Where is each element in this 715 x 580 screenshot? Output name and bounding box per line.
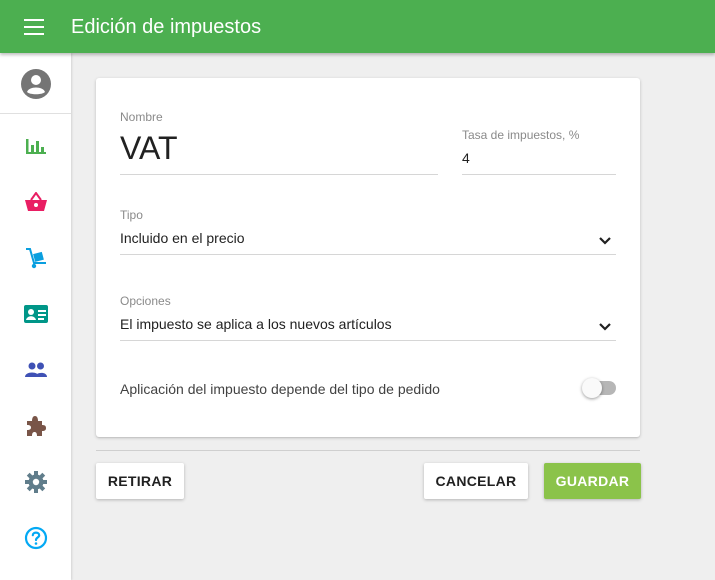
sidebar-item-inventory[interactable] (0, 235, 71, 281)
type-label: Tipo (120, 208, 143, 222)
save-button[interactable]: GUARDAR (544, 463, 641, 499)
bar-chart-icon (25, 139, 46, 154)
sidebar-divider (0, 113, 71, 114)
sidebar-item-sales[interactable] (0, 179, 71, 225)
cancel-button[interactable]: CANCELAR (424, 463, 528, 499)
options-label: Opciones (120, 294, 171, 308)
type-select[interactable]: Incluido en el precio (120, 230, 245, 246)
sidebar-item-account[interactable] (0, 61, 71, 107)
name-underline (120, 174, 438, 175)
sidebar-item-reports[interactable] (0, 123, 71, 169)
remove-button[interactable]: RETIRAR (96, 463, 184, 499)
toggle-knob (582, 378, 602, 398)
order-type-toggle-label: Aplicación del impuesto depende del tipo… (120, 381, 440, 397)
menu-icon[interactable] (24, 19, 44, 35)
sidebar-item-settings[interactable] (0, 459, 71, 505)
rate-underline (462, 174, 616, 175)
gear-icon (24, 471, 47, 493)
sidebar-item-help[interactable] (0, 515, 71, 561)
id-card-icon (23, 305, 48, 323)
app-header: Edición de impuestos (0, 0, 715, 53)
puzzle-icon (26, 416, 46, 436)
name-label: Nombre (120, 110, 163, 124)
chevron-down-icon[interactable] (598, 236, 612, 246)
people-icon (24, 362, 47, 377)
hand-truck-icon (25, 248, 46, 269)
help-icon (24, 526, 47, 550)
account-circle-icon (20, 69, 51, 99)
basket-icon (24, 192, 47, 211)
actions-divider (96, 450, 640, 451)
sidebar (0, 53, 71, 580)
name-input[interactable]: VAT (120, 130, 177, 167)
page-title: Edición de impuestos (71, 16, 262, 38)
order-type-toggle[interactable] (582, 378, 616, 398)
sidebar-item-employees[interactable] (0, 347, 71, 393)
options-underline (120, 340, 616, 341)
chevron-down-icon[interactable] (598, 322, 612, 332)
rate-label: Tasa de impuestos, % (462, 128, 580, 142)
options-select[interactable]: El impuesto se aplica a los nuevos artíc… (120, 316, 392, 332)
rate-input[interactable]: 4 (462, 150, 470, 166)
sidebar-item-customers[interactable] (0, 291, 71, 337)
sidebar-item-apps[interactable] (0, 403, 71, 449)
type-underline (120, 254, 616, 255)
